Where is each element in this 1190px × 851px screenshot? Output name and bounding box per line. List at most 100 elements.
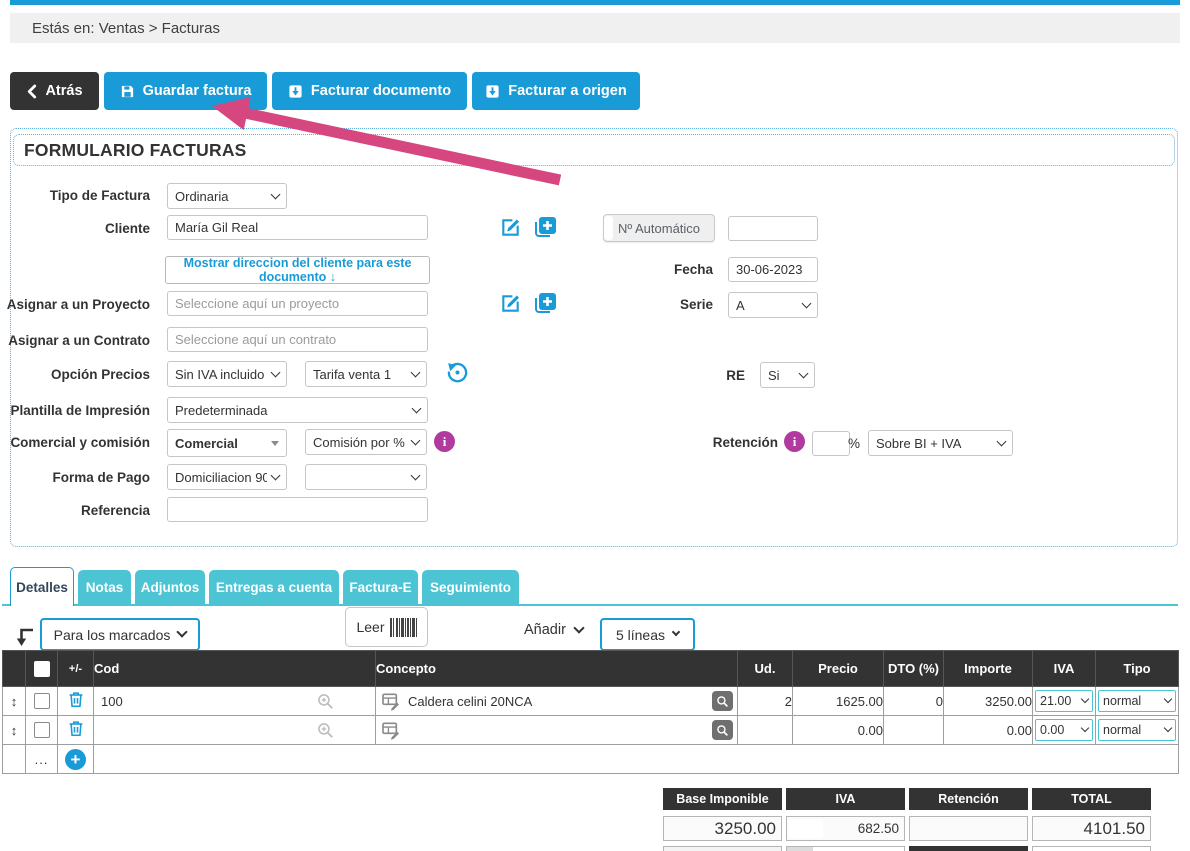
referencia-input[interactable] xyxy=(167,497,428,522)
retencion-pct-symbol: % xyxy=(836,436,860,451)
total-iva-value: 682.50 xyxy=(786,816,905,841)
tipo-select-cell: normal xyxy=(1096,716,1179,745)
refresh-prices-icon[interactable] xyxy=(446,361,469,384)
numero-automatico-notch xyxy=(604,216,613,240)
tab-seguimiento[interactable]: Seguimiento xyxy=(422,570,519,604)
drag-handle[interactable]: ↕ xyxy=(3,687,26,716)
precio-cell[interactable]: 1625.00 xyxy=(793,687,884,716)
search-product-icon[interactable] xyxy=(316,721,335,740)
chevron-down-icon xyxy=(271,189,281,199)
comision-select[interactable]: Comisión por % xyxy=(305,429,427,455)
total-header-iva: IVA xyxy=(786,788,905,810)
fecha-input[interactable] xyxy=(728,257,818,282)
lineas-select[interactable]: 5 líneas xyxy=(600,618,695,651)
back-button[interactable]: Atrás xyxy=(10,72,99,110)
total-header-base: Base Imponible xyxy=(663,788,782,810)
add-proyecto-icon[interactable] xyxy=(533,291,557,315)
edit-cliente-icon[interactable] xyxy=(499,216,522,239)
chevron-down-icon xyxy=(1164,724,1172,732)
para-los-marcados-select[interactable]: Para los marcados xyxy=(40,618,200,651)
opcion-precios-label: Opción Precios xyxy=(0,367,150,382)
select-all-checkbox[interactable] xyxy=(26,651,58,687)
edit-lines-icon[interactable] xyxy=(380,720,401,740)
ud-cell[interactable]: 2 xyxy=(738,687,793,716)
iva-select[interactable]: 21.00 xyxy=(1035,690,1093,712)
anadir-dropdown[interactable]: Añadir xyxy=(524,622,583,638)
importe-cell[interactable]: 3250.00 xyxy=(944,687,1033,716)
add-line-button[interactable]: + xyxy=(65,749,86,770)
tab-adjuntos[interactable]: Adjuntos xyxy=(135,570,205,604)
row-checkbox[interactable] xyxy=(26,687,58,716)
search-product-icon[interactable] xyxy=(316,692,335,711)
edit-proyecto-icon[interactable] xyxy=(499,292,522,315)
col-precio: Precio xyxy=(793,651,884,687)
fecha-label: Fecha xyxy=(593,262,713,277)
search-concept-icon[interactable] xyxy=(712,691,733,711)
cod-cell[interactable]: 100 xyxy=(94,687,376,716)
re-select[interactable]: Si xyxy=(760,362,815,388)
mostrar-direccion-button[interactable]: Mostrar direccion del cliente para este … xyxy=(165,256,430,284)
toggle-all-header[interactable]: +/- xyxy=(58,651,94,687)
edit-lines-icon[interactable] xyxy=(380,691,401,711)
opcion-precios-select[interactable]: Sin IVA incluido xyxy=(167,361,287,387)
cod-cell[interactable] xyxy=(94,716,376,745)
cliente-input[interactable] xyxy=(167,215,428,240)
col-cod: Cod xyxy=(94,651,376,687)
add-cliente-icon[interactable] xyxy=(533,215,557,239)
dto-cell[interactable] xyxy=(884,716,944,745)
tab-entregas-a-cuenta[interactable]: Entregas a cuenta xyxy=(209,570,339,604)
forma-pago-label: Forma de Pago xyxy=(0,470,150,485)
tab-factura-e[interactable]: Factura-E xyxy=(343,570,418,604)
retencion-info-icon[interactable]: i xyxy=(784,431,805,452)
leer-barcode-button[interactable]: Leer xyxy=(345,607,428,647)
facturar-origen-button[interactable]: Facturar a origen xyxy=(472,72,640,110)
re-label: RE xyxy=(625,368,745,383)
col-importe: Importe xyxy=(944,651,1033,687)
comercial-select[interactable]: Comercial xyxy=(167,429,287,457)
save-invoice-button[interactable]: Guardar factura xyxy=(104,72,267,110)
delete-row-button[interactable] xyxy=(58,716,94,745)
forma-pago-secundaria-select[interactable] xyxy=(305,464,427,490)
tarifa-select[interactable]: Tarifa venta 1 xyxy=(305,361,427,387)
row-checkbox[interactable] xyxy=(26,716,58,745)
delete-row-button[interactable] xyxy=(58,687,94,716)
drag-column-header xyxy=(3,651,26,687)
invoice-lines-table: +/- Cod Concepto Ud. Precio DTO (%) Impo… xyxy=(2,650,1179,774)
tab-notas[interactable]: Notas xyxy=(78,570,131,604)
ud-cell[interactable] xyxy=(738,716,793,745)
concepto-cell[interactable]: Caldera celini 20NCA xyxy=(376,687,738,716)
chevron-down-icon xyxy=(177,626,188,637)
tipo-select[interactable]: normal xyxy=(1098,719,1176,741)
tipo-select[interactable]: normal xyxy=(1098,690,1176,712)
numero-automatico-button[interactable]: Nº Automático xyxy=(603,214,715,242)
concepto-cell[interactable] xyxy=(376,716,738,745)
plantilla-label: Plantilla de Impresión xyxy=(0,403,150,418)
iva-select[interactable]: 0.00 xyxy=(1035,719,1093,741)
chevron-down-icon xyxy=(1081,695,1089,703)
chevron-down-icon xyxy=(799,368,809,378)
importe-cell[interactable]: 0.00 xyxy=(944,716,1033,745)
forma-pago-select[interactable]: Domiciliacion 90 dia xyxy=(167,464,287,490)
tipo-factura-select[interactable]: Ordinaria xyxy=(167,183,287,209)
proyecto-input[interactable] xyxy=(167,291,428,316)
facturar-origen-label: Facturar a origen xyxy=(508,83,626,99)
comision-info-icon[interactable]: i xyxy=(434,431,455,452)
drag-handle[interactable]: ↕ xyxy=(3,716,26,745)
chevron-down-icon xyxy=(997,436,1007,446)
contrato-label: Asignar a un Contrato xyxy=(0,333,150,348)
tab-detalles[interactable]: Detalles xyxy=(10,567,74,606)
contrato-input[interactable] xyxy=(167,327,428,352)
retencion-tipo-select[interactable]: Sobre BI + IVA xyxy=(868,430,1013,456)
cutoff-box xyxy=(909,846,1028,851)
facturar-documento-button[interactable]: Facturar documento xyxy=(272,72,467,110)
plantilla-select[interactable]: Predeterminada xyxy=(167,397,428,423)
retencion-label: Retención xyxy=(658,435,778,450)
serie-label: Serie xyxy=(593,297,713,312)
numero-factura-input[interactable] xyxy=(728,216,818,241)
search-concept-icon[interactable] xyxy=(712,720,733,740)
serie-select[interactable]: A xyxy=(728,292,818,318)
more-rows-indicator[interactable]: ... xyxy=(26,745,58,774)
proyecto-label: Asignar a un Proyecto xyxy=(0,297,150,312)
precio-cell[interactable]: 0.00 xyxy=(793,716,884,745)
dto-cell[interactable]: 0 xyxy=(884,687,944,716)
